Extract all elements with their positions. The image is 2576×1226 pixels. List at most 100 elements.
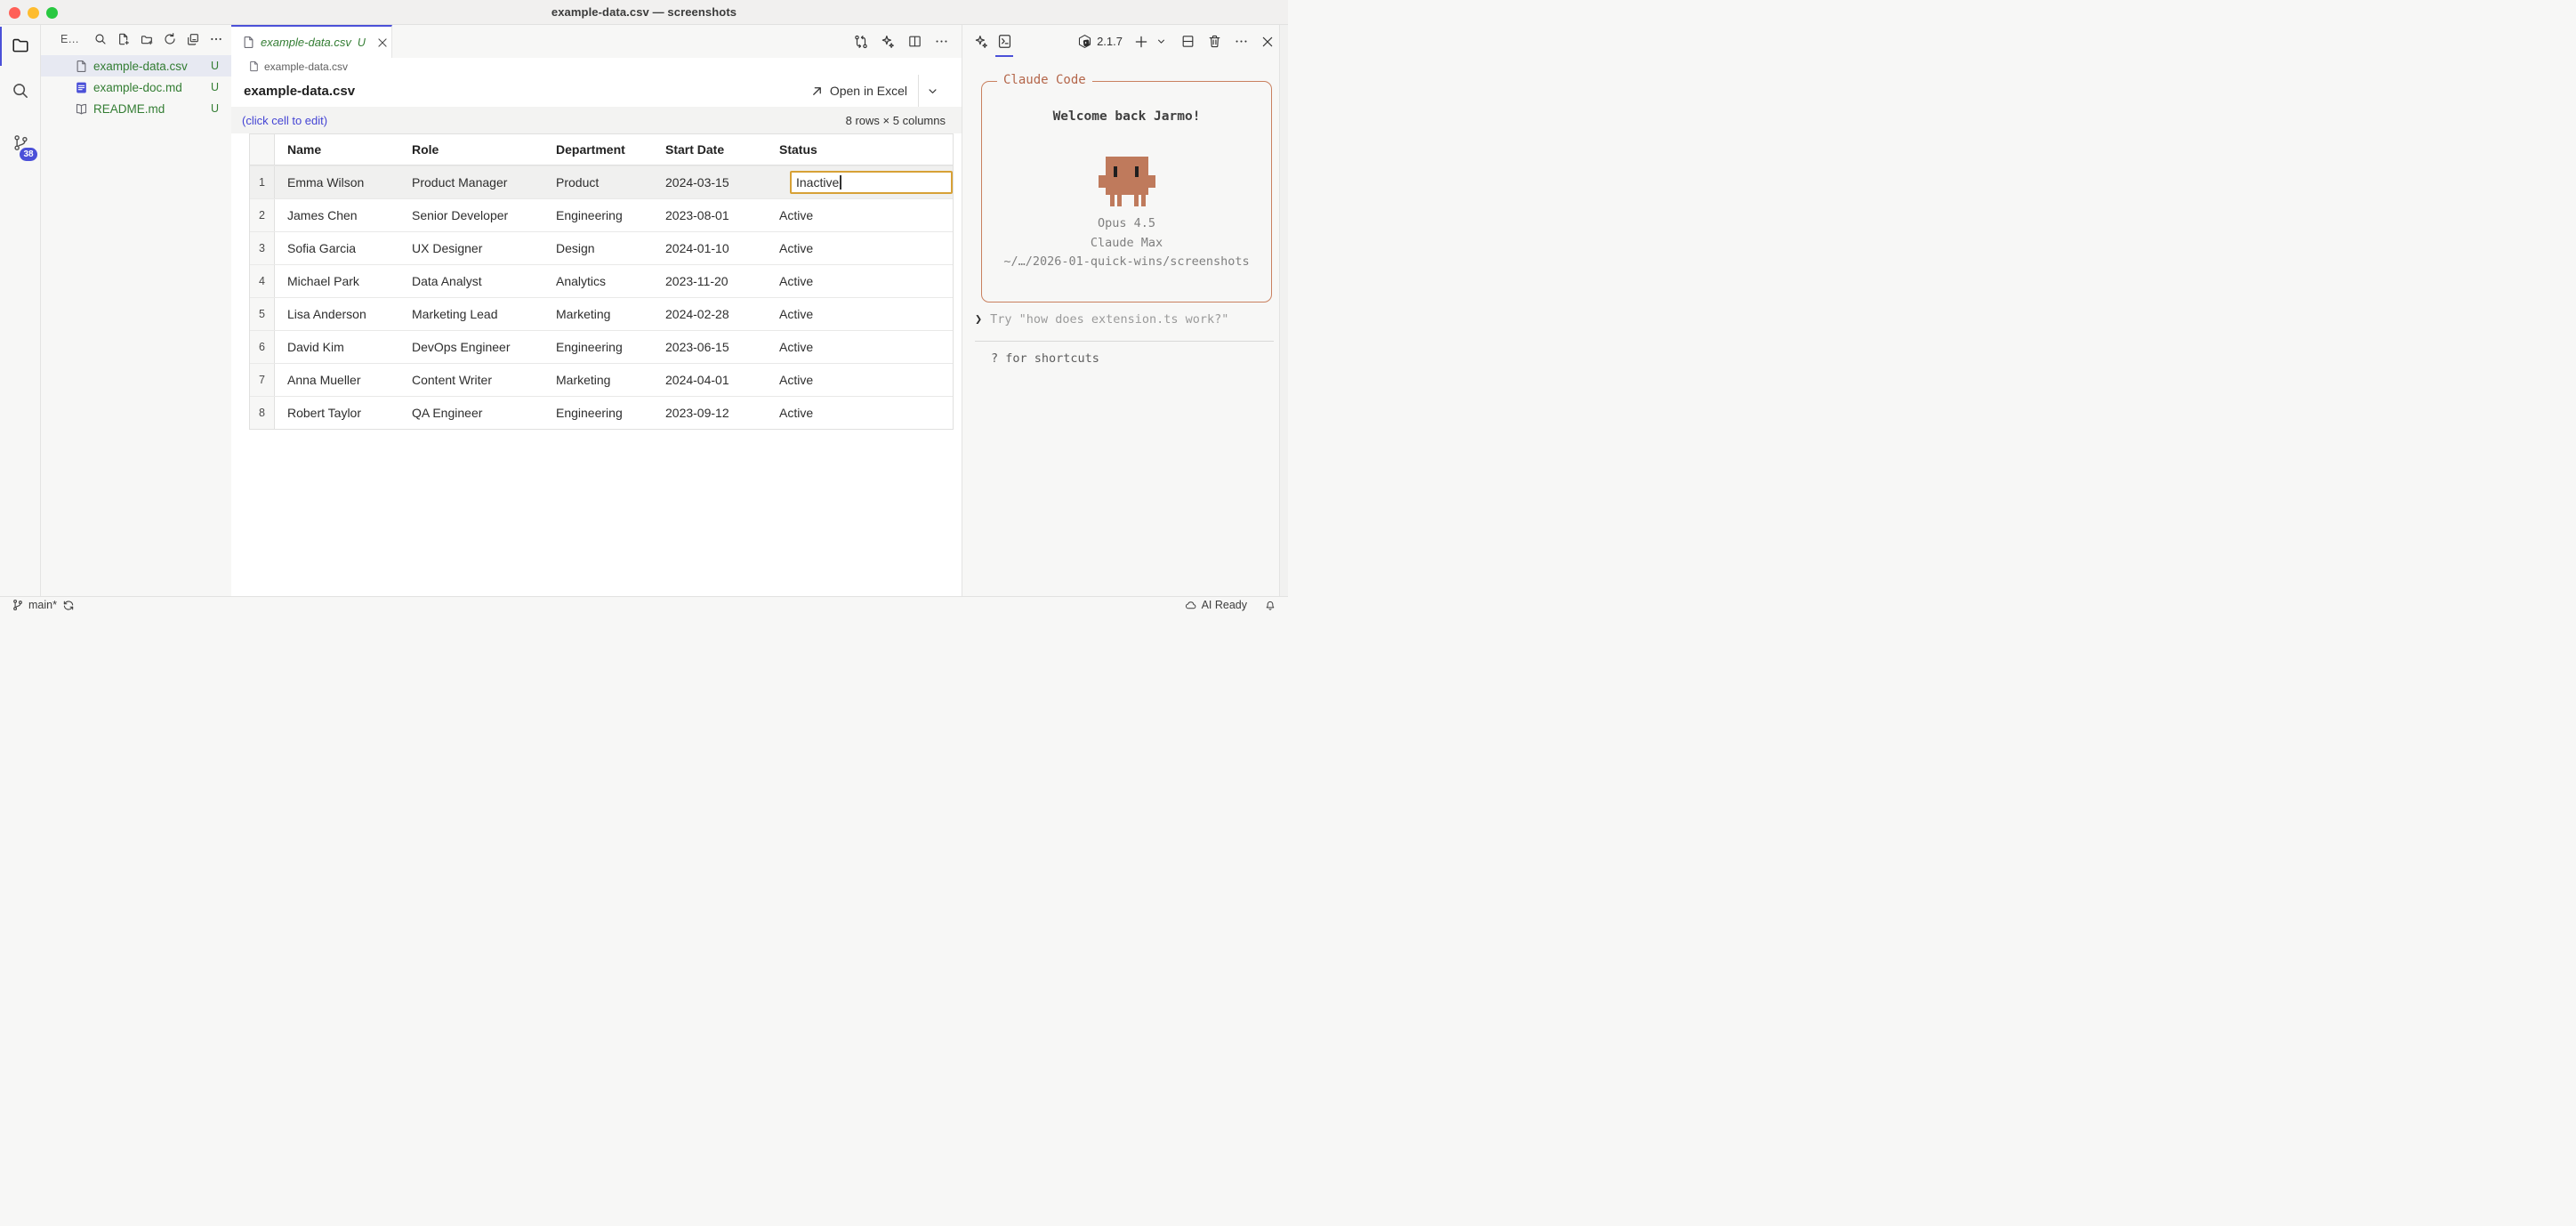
table-cell-name[interactable]: Michael Park bbox=[275, 265, 399, 297]
more-actions-icon[interactable] bbox=[1233, 34, 1249, 50]
more-actions-icon[interactable] bbox=[208, 31, 224, 47]
notifications-bell-icon[interactable] bbox=[1264, 599, 1276, 611]
terminal-icon bbox=[996, 33, 1013, 50]
table-cell-start_date[interactable]: 2024-01-10 bbox=[653, 232, 767, 264]
split-panel-icon[interactable] bbox=[1179, 34, 1195, 50]
close-panel-icon[interactable] bbox=[1260, 34, 1276, 50]
panel-header: 2.1.7 bbox=[962, 25, 1279, 58]
open-changes-icon[interactable] bbox=[853, 34, 869, 50]
table-cell-department[interactable]: Product bbox=[543, 166, 653, 198]
table-cell-role[interactable]: Content Writer bbox=[399, 364, 543, 396]
explorer-search-icon[interactable] bbox=[93, 31, 109, 47]
activity-bar: 38 bbox=[0, 25, 41, 596]
collapse-folders-icon[interactable] bbox=[185, 31, 201, 47]
table-cell-status[interactable]: Active bbox=[767, 298, 953, 330]
column-header[interactable]: Status bbox=[767, 134, 953, 165]
table-cell-role[interactable]: Senior Developer bbox=[399, 199, 543, 231]
prompt-input[interactable]: ❯ Try "how does extension.ts work?" bbox=[975, 308, 1272, 331]
table-cell-status[interactable]: Active bbox=[767, 364, 953, 396]
table-cell-start_date[interactable]: 2023-08-01 bbox=[653, 199, 767, 231]
tab-close-icon[interactable] bbox=[376, 36, 389, 50]
editor-actions bbox=[853, 25, 949, 58]
panel-tab-sparkle[interactable] bbox=[970, 25, 993, 58]
activity-search[interactable] bbox=[0, 70, 41, 111]
table-cell-status[interactable]: Active bbox=[767, 199, 953, 231]
table-cell-start_date[interactable]: 2023-06-15 bbox=[653, 331, 767, 363]
new-file-icon[interactable] bbox=[116, 31, 132, 47]
table-cell-role[interactable]: Marketing Lead bbox=[399, 298, 543, 330]
table-cell-name[interactable]: Sofia Garcia bbox=[275, 232, 399, 264]
column-header[interactable]: Role bbox=[399, 134, 543, 165]
column-header[interactable]: Start Date bbox=[653, 134, 767, 165]
more-actions-icon[interactable] bbox=[933, 34, 949, 50]
table-cell-department[interactable]: Engineering bbox=[543, 199, 653, 231]
new-session-dropdown-icon[interactable] bbox=[1153, 34, 1169, 50]
open-in-excel-button[interactable]: Open in Excel bbox=[810, 84, 918, 98]
table-cell-role[interactable]: Product Manager bbox=[399, 166, 543, 198]
table-cell-status[interactable]: Inactive bbox=[767, 166, 953, 198]
ai-ready-item[interactable]: AI Ready bbox=[1185, 599, 1247, 611]
refresh-icon[interactable] bbox=[162, 31, 178, 47]
panel-scrollbar[interactable] bbox=[1279, 25, 1288, 596]
breadcrumb[interactable]: example-data.csv bbox=[231, 58, 962, 75]
table-row: 3Sofia GarciaUX DesignerDesign2024-01-10… bbox=[250, 231, 953, 264]
edit-hint-link[interactable]: (click cell to edit) bbox=[242, 114, 327, 127]
new-session-icon[interactable] bbox=[1133, 34, 1149, 50]
table-cell-department[interactable]: Engineering bbox=[543, 331, 653, 363]
table-cell-status[interactable]: Active bbox=[767, 232, 953, 264]
table-cell-department[interactable]: Analytics bbox=[543, 265, 653, 297]
split-editor-icon[interactable] bbox=[906, 34, 922, 50]
table-cell-status[interactable]: Active bbox=[767, 331, 953, 363]
claude-mascot-icon bbox=[1099, 157, 1155, 206]
table-cell-name[interactable]: Anna Mueller bbox=[275, 364, 399, 396]
table-cell-role[interactable]: QA Engineer bbox=[399, 397, 543, 429]
claude-box-title: Claude Code bbox=[997, 73, 1092, 87]
table-cell-status[interactable]: Active bbox=[767, 265, 953, 297]
file-item[interactable]: example-doc.md U bbox=[41, 77, 231, 98]
traffic-lights bbox=[9, 7, 58, 19]
table-header-row: NameRoleDepartmentStart DateStatus bbox=[250, 134, 953, 165]
open-options-dropdown[interactable] bbox=[919, 85, 946, 98]
table-cell-start_date[interactable]: 2024-02-28 bbox=[653, 298, 767, 330]
new-folder-icon[interactable] bbox=[139, 31, 155, 47]
trash-icon[interactable] bbox=[1206, 34, 1222, 50]
panel-tab-terminal[interactable] bbox=[993, 25, 1016, 58]
sparkle-ai-icon[interactable] bbox=[880, 34, 896, 50]
activity-explorer[interactable] bbox=[0, 25, 41, 66]
status-edit-input[interactable]: Inactive bbox=[790, 171, 953, 194]
table-cell-name[interactable]: David Kim bbox=[275, 331, 399, 363]
table-cell-start_date[interactable]: 2023-11-20 bbox=[653, 265, 767, 297]
file-item[interactable]: example-data.csv U bbox=[41, 55, 231, 77]
git-branch-item[interactable]: main* bbox=[12, 599, 57, 611]
table-cell-department[interactable]: Marketing bbox=[543, 364, 653, 396]
column-header[interactable]: Department bbox=[543, 134, 653, 165]
table-cell-department[interactable]: Design bbox=[543, 232, 653, 264]
activity-source-control[interactable]: 38 bbox=[0, 122, 41, 163]
table-cell-name[interactable]: James Chen bbox=[275, 199, 399, 231]
breadcrumb-item[interactable]: example-data.csv bbox=[264, 60, 348, 73]
sync-changes-icon[interactable] bbox=[62, 599, 75, 611]
table-cell-department[interactable]: Marketing bbox=[543, 298, 653, 330]
table-cell-name[interactable]: Lisa Anderson bbox=[275, 298, 399, 330]
table-cell-role[interactable]: Data Analyst bbox=[399, 265, 543, 297]
table-cell-status[interactable]: Active bbox=[767, 397, 953, 429]
file-item[interactable]: README.md U bbox=[41, 98, 231, 119]
table-cell-start_date[interactable]: 2023-09-12 bbox=[653, 397, 767, 429]
table-cell-name[interactable]: Emma Wilson bbox=[275, 166, 399, 198]
branch-name: main* bbox=[28, 599, 57, 611]
explorer-sidebar: E… example-data.csv U example-doc.md U R… bbox=[41, 25, 231, 596]
document-title: example-data.csv bbox=[244, 84, 355, 99]
table-cell-role[interactable]: UX Designer bbox=[399, 232, 543, 264]
table-cell-department[interactable]: Engineering bbox=[543, 397, 653, 429]
prompt-chevron: ❯ bbox=[975, 312, 982, 327]
zoom-window-button[interactable] bbox=[46, 7, 58, 19]
tab-example-data-csv[interactable]: example-data.csv U bbox=[231, 25, 392, 58]
column-header[interactable]: Name bbox=[275, 134, 399, 165]
table-cell-start_date[interactable]: 2024-03-15 bbox=[653, 166, 767, 198]
table-cell-role[interactable]: DevOps Engineer bbox=[399, 331, 543, 363]
close-window-button[interactable] bbox=[9, 7, 20, 19]
table-cell-start_date[interactable]: 2024-04-01 bbox=[653, 364, 767, 396]
minimize-window-button[interactable] bbox=[28, 7, 39, 19]
document-header: example-data.csv Open in Excel bbox=[231, 75, 962, 107]
table-cell-name[interactable]: Robert Taylor bbox=[275, 397, 399, 429]
